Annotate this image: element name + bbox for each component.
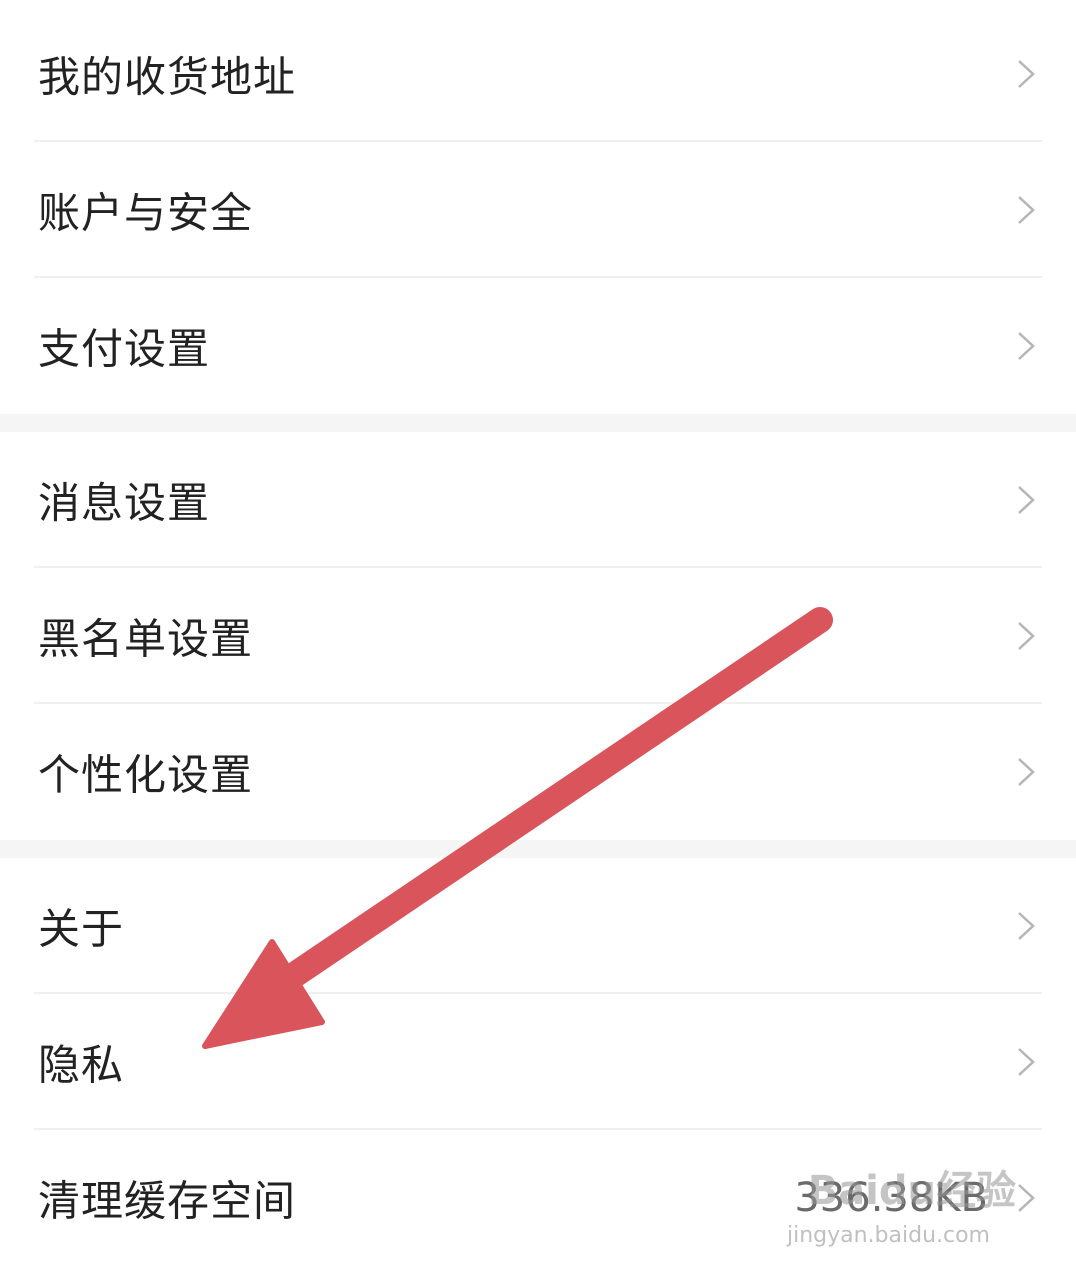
chevron-right-icon <box>1018 912 1035 940</box>
settings-item-label: 关于 <box>38 904 125 954</box>
settings-item-label: 支付设置 <box>38 324 211 374</box>
settings-item-shipping-address[interactable]: 我的收货地址 <box>0 6 1076 142</box>
settings-group-preferences: 消息设置 黑名单设置 个性化设置 <box>0 432 1076 840</box>
settings-item-privacy[interactable]: 隐私 <box>0 994 1076 1130</box>
settings-item-label: 消息设置 <box>38 478 211 528</box>
settings-item-payment[interactable]: 支付设置 <box>0 278 1076 414</box>
settings-item-account-security[interactable]: 账户与安全 <box>0 142 1076 278</box>
settings-item-label: 清理缓存空间 <box>38 1176 297 1226</box>
settings-item-label: 个性化设置 <box>38 750 254 800</box>
settings-item-label: 账户与安全 <box>38 188 254 238</box>
chevron-right-icon <box>1018 486 1035 514</box>
chevron-right-icon <box>1018 1048 1035 1076</box>
settings-item-about[interactable]: 关于 <box>0 858 1076 994</box>
chevron-right-icon <box>1018 622 1035 650</box>
settings-item-personalization[interactable]: 个性化设置 <box>0 704 1076 840</box>
watermark-url: jingyan.baidu.com <box>786 1223 990 1248</box>
watermark-brand: Baidu经验 <box>807 1168 1016 1214</box>
chevron-right-icon <box>1018 1184 1035 1212</box>
chevron-right-icon <box>1018 332 1035 360</box>
settings-item-label: 我的收货地址 <box>38 52 297 102</box>
chevron-right-icon <box>1018 196 1035 224</box>
settings-item-messages[interactable]: 消息设置 <box>0 432 1076 568</box>
settings-item-label: 黑名单设置 <box>38 614 254 664</box>
chevron-right-icon <box>1018 60 1035 88</box>
chevron-right-icon <box>1018 758 1035 786</box>
section-gap <box>0 414 1076 432</box>
settings-group-account: 我的收货地址 账户与安全 支付设置 <box>0 6 1076 414</box>
settings-page: 我的收货地址 账户与安全 支付设置 消息设置 黑名单设置 个性化设置 关于 隐私… <box>0 0 1076 1266</box>
settings-item-label: 隐私 <box>38 1040 125 1090</box>
settings-item-blacklist[interactable]: 黑名单设置 <box>0 568 1076 704</box>
section-gap <box>0 840 1076 858</box>
